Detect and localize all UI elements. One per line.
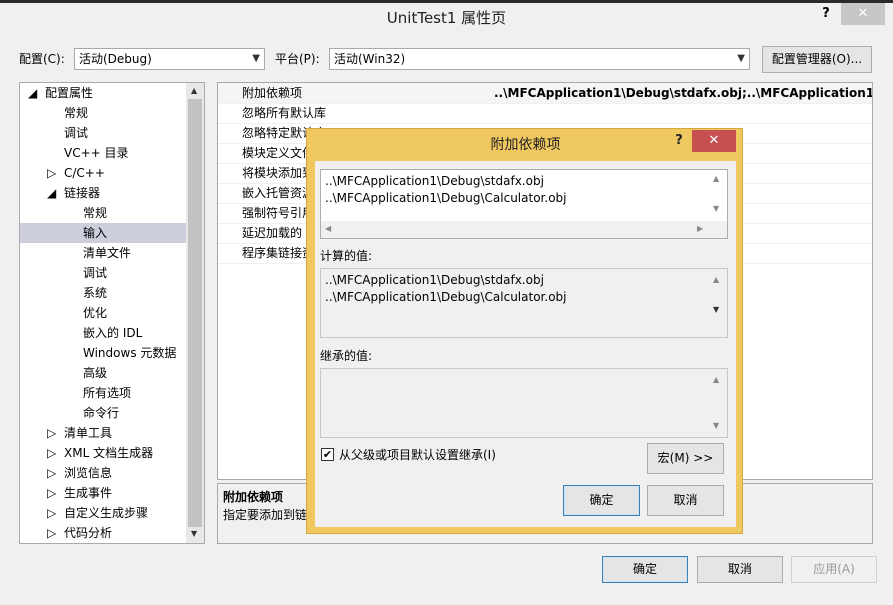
scroll-up-icon[interactable]: ▲	[713, 174, 719, 183]
grid-row-name: 附加依赖项	[242, 86, 303, 100]
apply-button[interactable]: 应用(A)	[791, 556, 877, 583]
tree-item-command-line[interactable]: 命令行	[83, 403, 119, 423]
dialog-close-icon[interactable]: ✕	[692, 130, 736, 152]
inherited-box: ▲ ▼	[320, 368, 728, 438]
tree-item-code-analysis[interactable]: 代码分析	[64, 523, 112, 543]
ok-button[interactable]: 确定	[602, 556, 688, 583]
deps-edit-box[interactable]: ..\MFCApplication1\Debug\stdafx.obj ..\M…	[320, 169, 728, 239]
cancel-button[interactable]: 取消	[697, 556, 783, 583]
tree-item-linker-input[interactable]: 输入	[83, 223, 107, 243]
inherit-checkbox-label[interactable]: 从父级或项目默认设置继承(I)	[339, 444, 496, 466]
platform-combo[interactable]: 活动(Win32) ▼	[329, 48, 750, 70]
dialog-help-icon[interactable]: ?	[667, 130, 691, 152]
tree-item-manifest-file[interactable]: 清单文件	[83, 243, 131, 263]
tree-item-cpp[interactable]: C/C++	[64, 163, 105, 183]
computed-label: 计算的值:	[320, 249, 373, 263]
computed-line: ..\MFCApplication1\Debug\Calculator.obj	[325, 290, 567, 304]
scroll-left-icon[interactable]: ◀	[325, 224, 331, 233]
close-icon[interactable]: ✕	[841, 3, 885, 25]
dialog-ok-button[interactable]: 确定	[563, 485, 640, 516]
tree-item-custom-build[interactable]: 自定义生成步骤	[64, 503, 148, 523]
tree-item-browse-info[interactable]: 浏览信息	[64, 463, 112, 483]
inherit-checkbox[interactable]: ✔	[321, 448, 334, 461]
description-title: 附加依赖项	[223, 490, 284, 504]
scroll-down-icon[interactable]: ▼	[713, 305, 719, 314]
grid-row[interactable]: 忽略所有默认库	[218, 103, 872, 124]
scrollbar-thumb[interactable]	[188, 99, 202, 527]
grid-row-name: 模块定义文件	[242, 146, 315, 160]
grid-row-name: 强制符号引用	[242, 206, 315, 220]
tree-item-expander[interactable]: ◢	[28, 83, 37, 103]
tree-item-vc-dirs[interactable]: VC++ 目录	[64, 143, 129, 163]
chevron-down-icon: ▼	[737, 53, 745, 64]
scroll-down-icon[interactable]: ▼	[713, 204, 719, 213]
tree-item-expander[interactable]: ▷	[47, 163, 56, 183]
scroll-up-icon[interactable]: ▲	[713, 375, 719, 384]
scroll-down-icon[interactable]: ▼	[191, 529, 197, 538]
tree-item-expander[interactable]: ▷	[47, 523, 56, 543]
grid-row-name: 嵌入托管资源	[242, 186, 315, 200]
deps-hscrollbar[interactable]: ◀ ▶	[321, 221, 727, 238]
config-label: 配置(C):	[19, 52, 65, 66]
tree-item-expander[interactable]: ◢	[47, 183, 56, 203]
tree-item-debugging[interactable]: 调试	[64, 123, 88, 143]
tree-item-expander[interactable]: ▷	[47, 503, 56, 523]
tree-item-xml-doc[interactable]: XML 文档生成器	[64, 443, 153, 463]
deps-edit-line: ..\MFCApplication1\Debug\stdafx.obj	[325, 174, 544, 188]
tree-item-optimization[interactable]: 优化	[83, 303, 107, 323]
chevron-down-icon: ▼	[252, 53, 260, 64]
tree-item-advanced[interactable]: 高级	[83, 363, 107, 383]
window-title: UnitTest1 属性页	[386, 9, 507, 27]
tree-item-expander[interactable]: ▷	[47, 423, 56, 443]
macro-button[interactable]: 宏(M) >>	[647, 443, 724, 474]
inherited-label: 继承的值:	[320, 349, 373, 363]
tree-item-embedded-idl[interactable]: 嵌入的 IDL	[83, 323, 142, 343]
platform-label: 平台(P):	[275, 52, 320, 66]
tree-item-linker[interactable]: 链接器	[64, 183, 100, 203]
computed-box: ..\MFCApplication1\Debug\stdafx.obj ..\M…	[320, 268, 728, 338]
config-combo-value: 活动(Debug)	[79, 52, 152, 66]
tree-item-system[interactable]: 系统	[83, 283, 107, 303]
property-tree: ◢ 配置属性 常规 调试 VC++ 目录 ▷ C/C++ ◢ 链接器 常规 输入…	[19, 82, 205, 544]
tree-item-general[interactable]: 常规	[64, 103, 88, 123]
scroll-right-icon[interactable]: ▶	[697, 224, 703, 233]
config-combo[interactable]: 活动(Debug) ▼	[74, 48, 265, 70]
grid-row-name: 延迟加载的	[242, 226, 303, 240]
scroll-down-icon[interactable]: ▼	[713, 421, 719, 430]
tree-item-linker-debugging[interactable]: 调试	[83, 263, 107, 283]
grid-row[interactable]: 附加依赖项 ..\MFCApplication1\Debug\stdafx.ob…	[218, 83, 872, 104]
tree-item-expander[interactable]: ▷	[47, 463, 56, 483]
tree-item-expander[interactable]: ▷	[47, 483, 56, 503]
dialog-body: ..\MFCApplication1\Debug\stdafx.obj ..\M…	[315, 161, 736, 527]
scroll-up-icon[interactable]: ▲	[713, 275, 719, 284]
tree-item-windows-metadata[interactable]: Windows 元数据	[83, 343, 176, 363]
tree-item-expander[interactable]: ▷	[47, 443, 56, 463]
platform-combo-value: 活动(Win32)	[334, 52, 406, 66]
tree-item-build-events[interactable]: 生成事件	[64, 483, 112, 503]
tree-scrollbar[interactable]: ▲ ▼	[186, 83, 204, 543]
grid-row-name: 将模块添加到	[242, 166, 315, 180]
tree-item-linker-general[interactable]: 常规	[83, 203, 107, 223]
additional-deps-dialog: 附加依赖项 ? ✕ ..\MFCApplication1\Debug\stdaf…	[306, 128, 743, 534]
grid-row-name: 忽略所有默认库	[242, 106, 327, 120]
scroll-up-icon[interactable]: ▲	[191, 86, 197, 95]
config-manager-button[interactable]: 配置管理器(O)...	[762, 46, 872, 73]
grid-row-value: ..\MFCApplication1\Debug\stdafx.obj;..\M…	[494, 86, 872, 100]
tree-item-manifest-tool[interactable]: 清单工具	[64, 423, 112, 443]
deps-edit-line: ..\MFCApplication1\Debug\Calculator.obj	[325, 191, 567, 205]
help-icon[interactable]: ?	[812, 3, 840, 25]
computed-line: ..\MFCApplication1\Debug\stdafx.obj	[325, 273, 544, 287]
dialog-cancel-button[interactable]: 取消	[647, 485, 724, 516]
tree-item-all-options[interactable]: 所有选项	[83, 383, 131, 403]
tree-item-config-props[interactable]: 配置属性	[45, 83, 93, 103]
